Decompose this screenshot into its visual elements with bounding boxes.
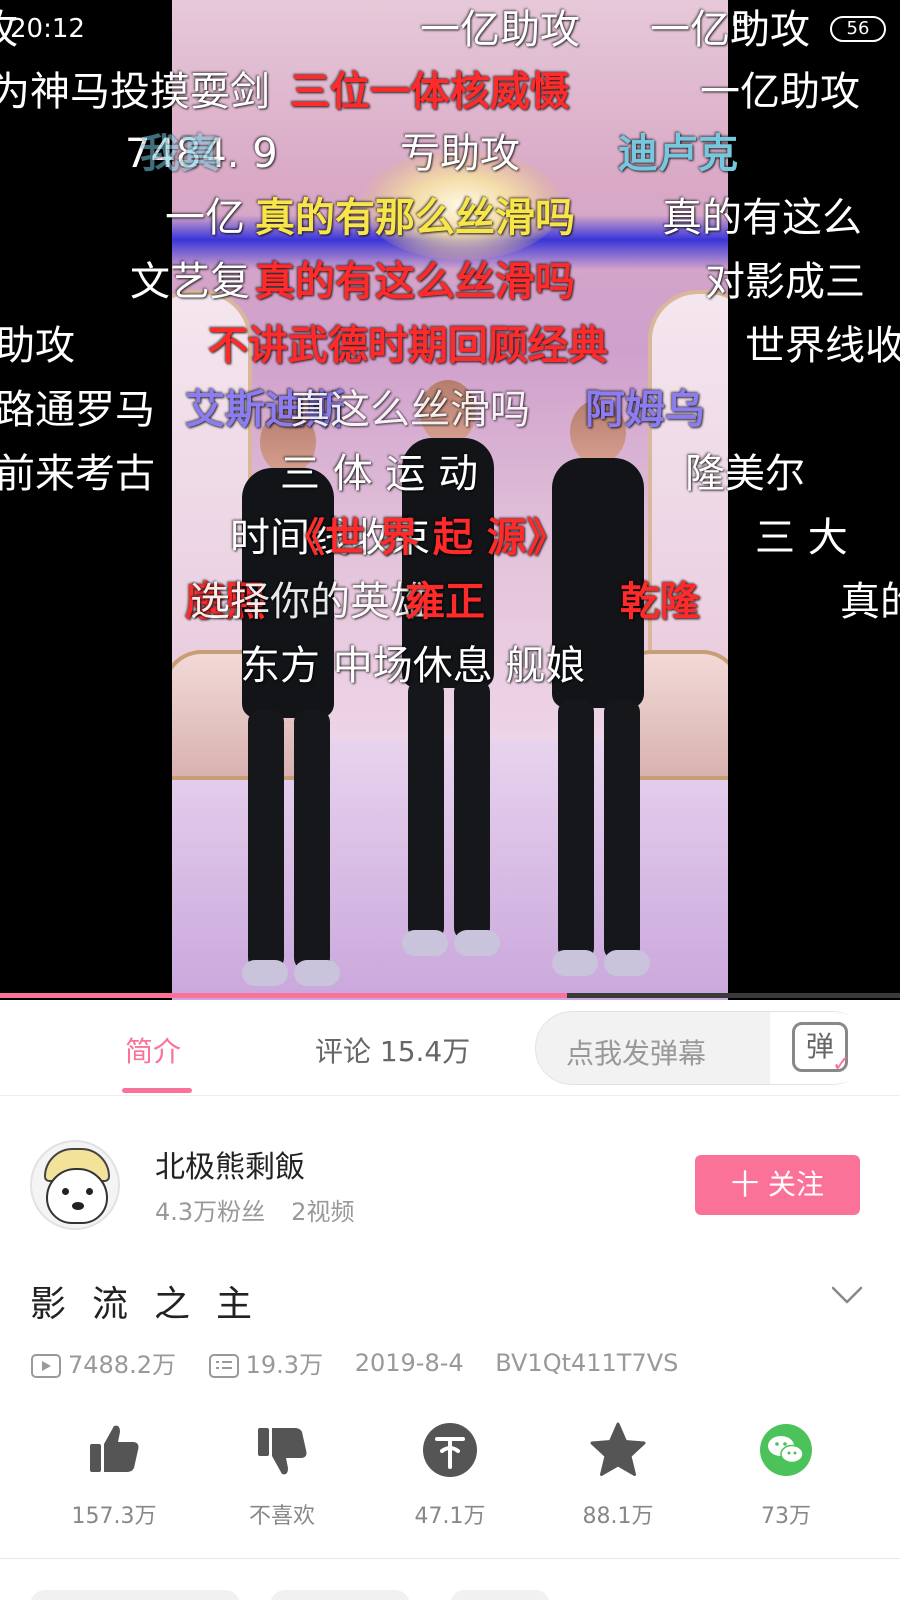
battery-icon: 56	[830, 16, 886, 42]
danmaku-item: 世界线收	[745, 323, 900, 369]
network-indicator: HD	[732, 14, 754, 30]
thumbs-down-icon	[258, 1428, 307, 1475]
tab-intro[interactable]: 简介	[125, 1030, 181, 1070]
bvid: BV1Qt411T7VS	[495, 1348, 679, 1377]
danmaku-item: 前来考古	[0, 451, 155, 497]
video-progress-bar[interactable]	[0, 993, 900, 998]
video-frame	[172, 0, 728, 1000]
wall-panel-right	[648, 290, 728, 690]
video-player[interactable]: 攻 一亿助攻 一亿助攻 为神马投摸耍剑 三位一体核威慑 一亿助攻 7484. 9…	[0, 0, 900, 1000]
view-count: 7488.2万	[68, 1351, 176, 1379]
video-progress-fill	[0, 993, 567, 998]
chandelier	[362, 150, 562, 260]
uploader-videos: 2视频	[291, 1198, 355, 1226]
danmaku-count-icon	[208, 1354, 239, 1378]
danmaku-count: 19.3万	[245, 1351, 324, 1379]
danmaku-input[interactable]: 点我发弹幕 弹 ✓	[535, 1011, 870, 1085]
play-count-icon	[31, 1354, 61, 1378]
uploader-name[interactable]: 北极熊剩飯	[155, 1142, 305, 1186]
video-title: 影流之主	[30, 1284, 279, 1325]
danmaku-item: 路通罗马	[0, 387, 155, 433]
tab-active-indicator	[122, 1088, 192, 1093]
danmaku-toggle-button[interactable]: 弹 ✓	[770, 1012, 870, 1084]
dislike-button[interactable]: 不喜欢	[197, 1420, 367, 1530]
check-icon: ✓	[832, 1052, 851, 1077]
action-bar: 157.3万 不喜欢 47.1万 88.1万 73万	[0, 1420, 900, 1540]
chevron-down-icon[interactable]	[830, 1278, 864, 1312]
star-icon	[590, 1422, 646, 1476]
danmaku-item: 助攻	[0, 323, 75, 369]
coin-button[interactable]: 47.1万	[365, 1420, 535, 1530]
share-button[interactable]: 73万	[701, 1420, 871, 1530]
avatar[interactable]	[30, 1140, 120, 1230]
follow-button[interactable]: 十 关注	[695, 1155, 860, 1215]
danmaku-input-placeholder: 点我发弹幕	[566, 1037, 707, 1070]
status-time: 20:12	[10, 14, 85, 44]
tag-pill[interactable]	[270, 1590, 410, 1600]
danmaku-item: 真的	[840, 579, 900, 625]
tab-bar: 简介 评论 15.4万 点我发弹幕 弹 ✓	[0, 1000, 900, 1096]
danmaku-item: 三 大	[755, 515, 848, 561]
tag-pill[interactable]	[30, 1590, 240, 1600]
video-meta: 7488.2万 19.3万 2019-8-4 BV1Qt411T7VS	[30, 1345, 702, 1379]
coin-icon	[423, 1423, 477, 1477]
uploader-fans: 4.3万粉丝	[155, 1198, 266, 1226]
thumbs-up-icon	[90, 1425, 139, 1472]
section-divider	[0, 1558, 900, 1559]
wall-panel-left	[172, 290, 252, 690]
tab-comments[interactable]: 评论 15.4万	[315, 1030, 470, 1070]
danmaku-item: 对影成三	[705, 259, 865, 305]
like-button[interactable]: 157.3万	[29, 1420, 199, 1530]
uploader-stats: 4.3万粉丝 2视频	[155, 1192, 354, 1227]
favorite-button[interactable]: 88.1万	[533, 1420, 703, 1530]
tag-row	[0, 1590, 900, 1600]
tag-pill[interactable]	[450, 1590, 550, 1600]
uploader-card: 北极熊剩飯 4.3万粉丝 2视频 十 关注	[0, 1120, 900, 1240]
wechat-icon	[760, 1424, 812, 1476]
publish-date: 2019-8-4	[354, 1348, 464, 1377]
